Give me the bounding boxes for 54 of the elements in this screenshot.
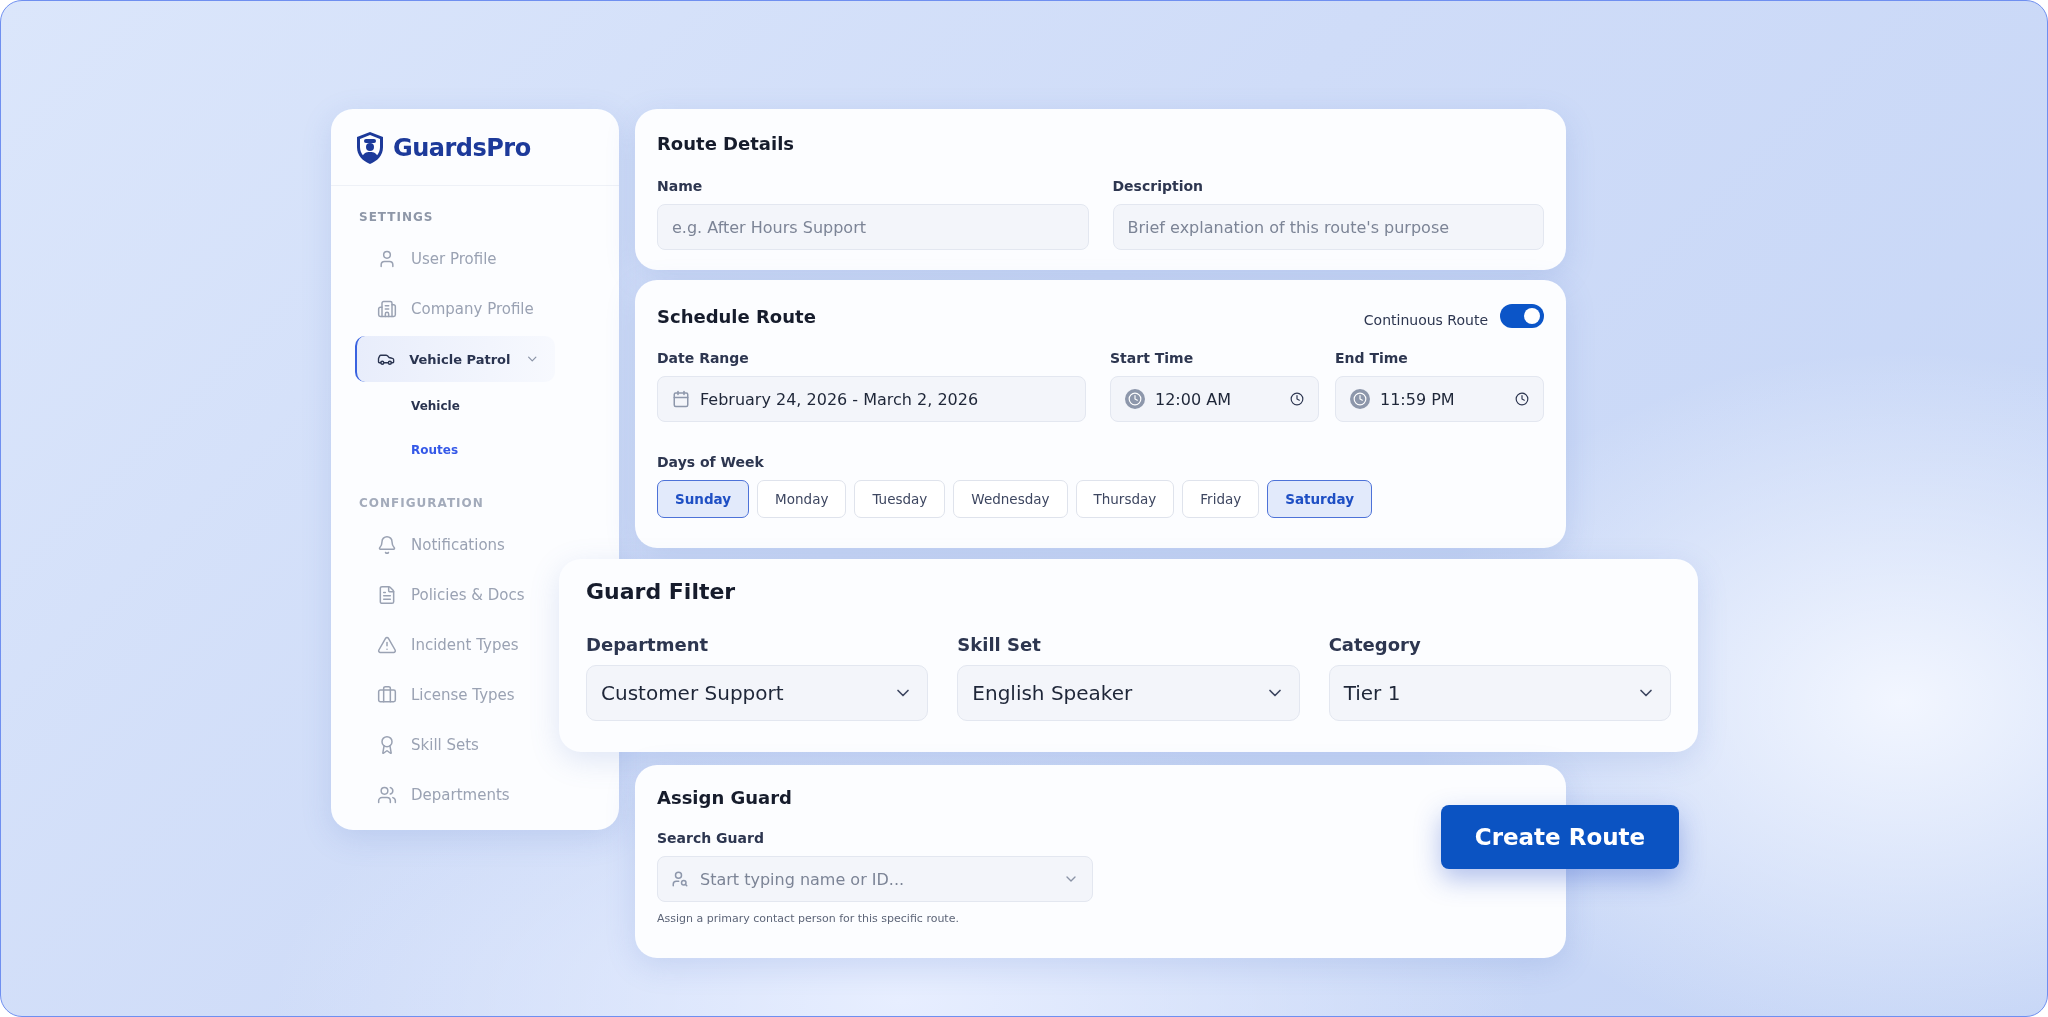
day-toggle[interactable]: Saturday <box>1267 480 1372 518</box>
field-label: Search Guard <box>657 830 765 846</box>
card-title: Route Details <box>657 133 796 154</box>
day-toggle[interactable]: Monday <box>757 480 847 518</box>
clock-icon <box>1290 392 1304 406</box>
card-title: Assign Guard <box>657 787 793 808</box>
field-label: Days of Week <box>657 454 765 470</box>
field-label: Category <box>1328 634 1422 655</box>
day-toggle[interactable]: Wednesday <box>953 480 1068 518</box>
day-toggle[interactable]: Friday <box>1182 480 1260 518</box>
section-heading: SETTINGS <box>358 210 435 224</box>
brand-name: GuardsPro <box>393 134 531 162</box>
toggle-switch[interactable] <box>1500 304 1544 328</box>
building-icon <box>377 299 397 319</box>
field-label: Date Range <box>657 350 750 366</box>
sidebar-subitem[interactable]: Vehicle <box>411 384 619 428</box>
time-field[interactable]: 11:59 PM <box>1335 376 1544 422</box>
create-route-button[interactable]: Create Route <box>1441 805 1679 869</box>
day-toggle[interactable]: Tuesday <box>854 480 946 518</box>
date-range-field[interactable]: February 24, 2026 - March 2, 2026 <box>657 376 1086 422</box>
clock-icon <box>1515 392 1529 406</box>
select-field[interactable]: Tier 1 <box>1328 665 1671 721</box>
card-title: Schedule Route <box>657 305 816 327</box>
warning-icon <box>377 635 397 655</box>
day-toggle[interactable]: Thursday <box>1075 480 1175 518</box>
day-toggle[interactable]: Sunday <box>657 480 750 518</box>
field-label: Start Time <box>1110 350 1195 366</box>
user-search-icon <box>671 870 689 888</box>
document-icon <box>377 585 397 605</box>
section-heading: CONFIGURATION <box>358 496 485 510</box>
toggle-label: Continuous Route <box>1363 312 1488 328</box>
card-title: Guard Filter <box>586 579 737 604</box>
select-field[interactable]: Customer Support <box>586 665 929 721</box>
sidebar-subitem[interactable]: Routes <box>411 428 619 472</box>
helper-text: Assign a primary contact person for this specific route. <box>657 912 960 925</box>
calendar-icon <box>672 390 690 408</box>
field-label: Department <box>586 634 710 655</box>
input-field[interactable]: e.g. After Hours Support <box>657 204 1089 250</box>
select-field[interactable]: English Speaker <box>957 665 1300 721</box>
field-label: Skill Set <box>957 634 1042 655</box>
sidebar-item[interactable]: Vehicle Patrol <box>355 336 555 382</box>
field-label: Description <box>1112 178 1205 194</box>
clock-icon <box>1350 389 1370 409</box>
time-field[interactable]: 12:00 AM <box>1110 376 1319 422</box>
clock-icon <box>1125 389 1145 409</box>
user-icon <box>377 249 397 269</box>
shield-logo-icon <box>355 131 385 165</box>
input-field[interactable]: Brief explanation of this route's purpose <box>1112 204 1544 250</box>
field-label: End Time <box>1335 350 1409 366</box>
briefcase-icon <box>377 685 397 705</box>
people-icon <box>377 785 397 805</box>
bell-icon <box>377 535 397 555</box>
field-label: Name <box>657 178 704 194</box>
search-field[interactable]: Start typing name or ID... <box>657 856 1093 902</box>
